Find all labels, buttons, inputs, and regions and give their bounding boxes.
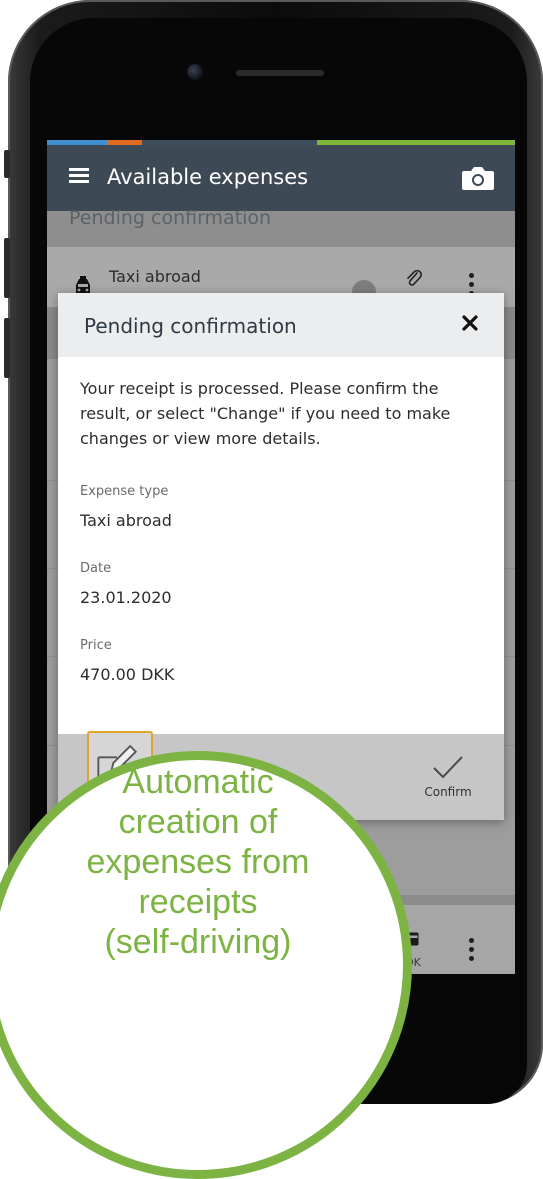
date-label: Date — [80, 561, 112, 576]
paperclip-icon — [407, 269, 422, 286]
price-value: 470.00 DKK — [80, 665, 175, 684]
callout-line: creation of — [118, 803, 278, 841]
earpiece-speaker — [236, 70, 324, 76]
confirm-label: Confirm — [424, 785, 472, 799]
date-value: 23.01.2020 — [80, 588, 172, 607]
hamburger-menu-icon[interactable] — [69, 168, 89, 183]
confirm-button[interactable]: Confirm — [408, 748, 488, 812]
callout-line: receipts — [138, 883, 258, 921]
phone-volume-down — [4, 318, 10, 378]
dialog-body: Your receipt is processed. Please confir… — [80, 376, 490, 684]
phone-mute-switch — [4, 150, 10, 178]
dialog-header: Pending confirmation — [58, 293, 504, 357]
section-title: Pending confirmation — [69, 207, 272, 229]
confirmation-dialog: Pending confirmation Your receipt is pro… — [58, 293, 504, 820]
callout-line: expenses from — [86, 843, 310, 881]
checkmark-icon — [433, 756, 463, 779]
page-title: Available expenses — [107, 165, 309, 189]
dialog-message: Your receipt is processed. Please confir… — [80, 379, 451, 448]
front-camera — [187, 64, 203, 80]
callout-line: Automatic — [122, 763, 274, 801]
more-vertical-icon[interactable] — [469, 938, 475, 964]
camera-icon[interactable] — [461, 165, 495, 191]
expense-title: Taxi abroad — [109, 267, 201, 286]
close-icon[interactable] — [460, 313, 480, 333]
phone-volume-up — [4, 238, 10, 298]
price-label: Price — [80, 638, 112, 653]
feature-callout-text: Automatic creation of expenses from rece… — [28, 762, 368, 962]
expense-type-value: Taxi abroad — [80, 511, 172, 530]
app-header: Available expenses — [47, 145, 515, 211]
dialog-title: Pending confirmation — [84, 314, 297, 338]
expense-type-label: Expense type — [80, 484, 169, 499]
callout-line: (self-driving) — [104, 923, 292, 961]
section-header: Pending confirmation — [47, 207, 515, 247]
